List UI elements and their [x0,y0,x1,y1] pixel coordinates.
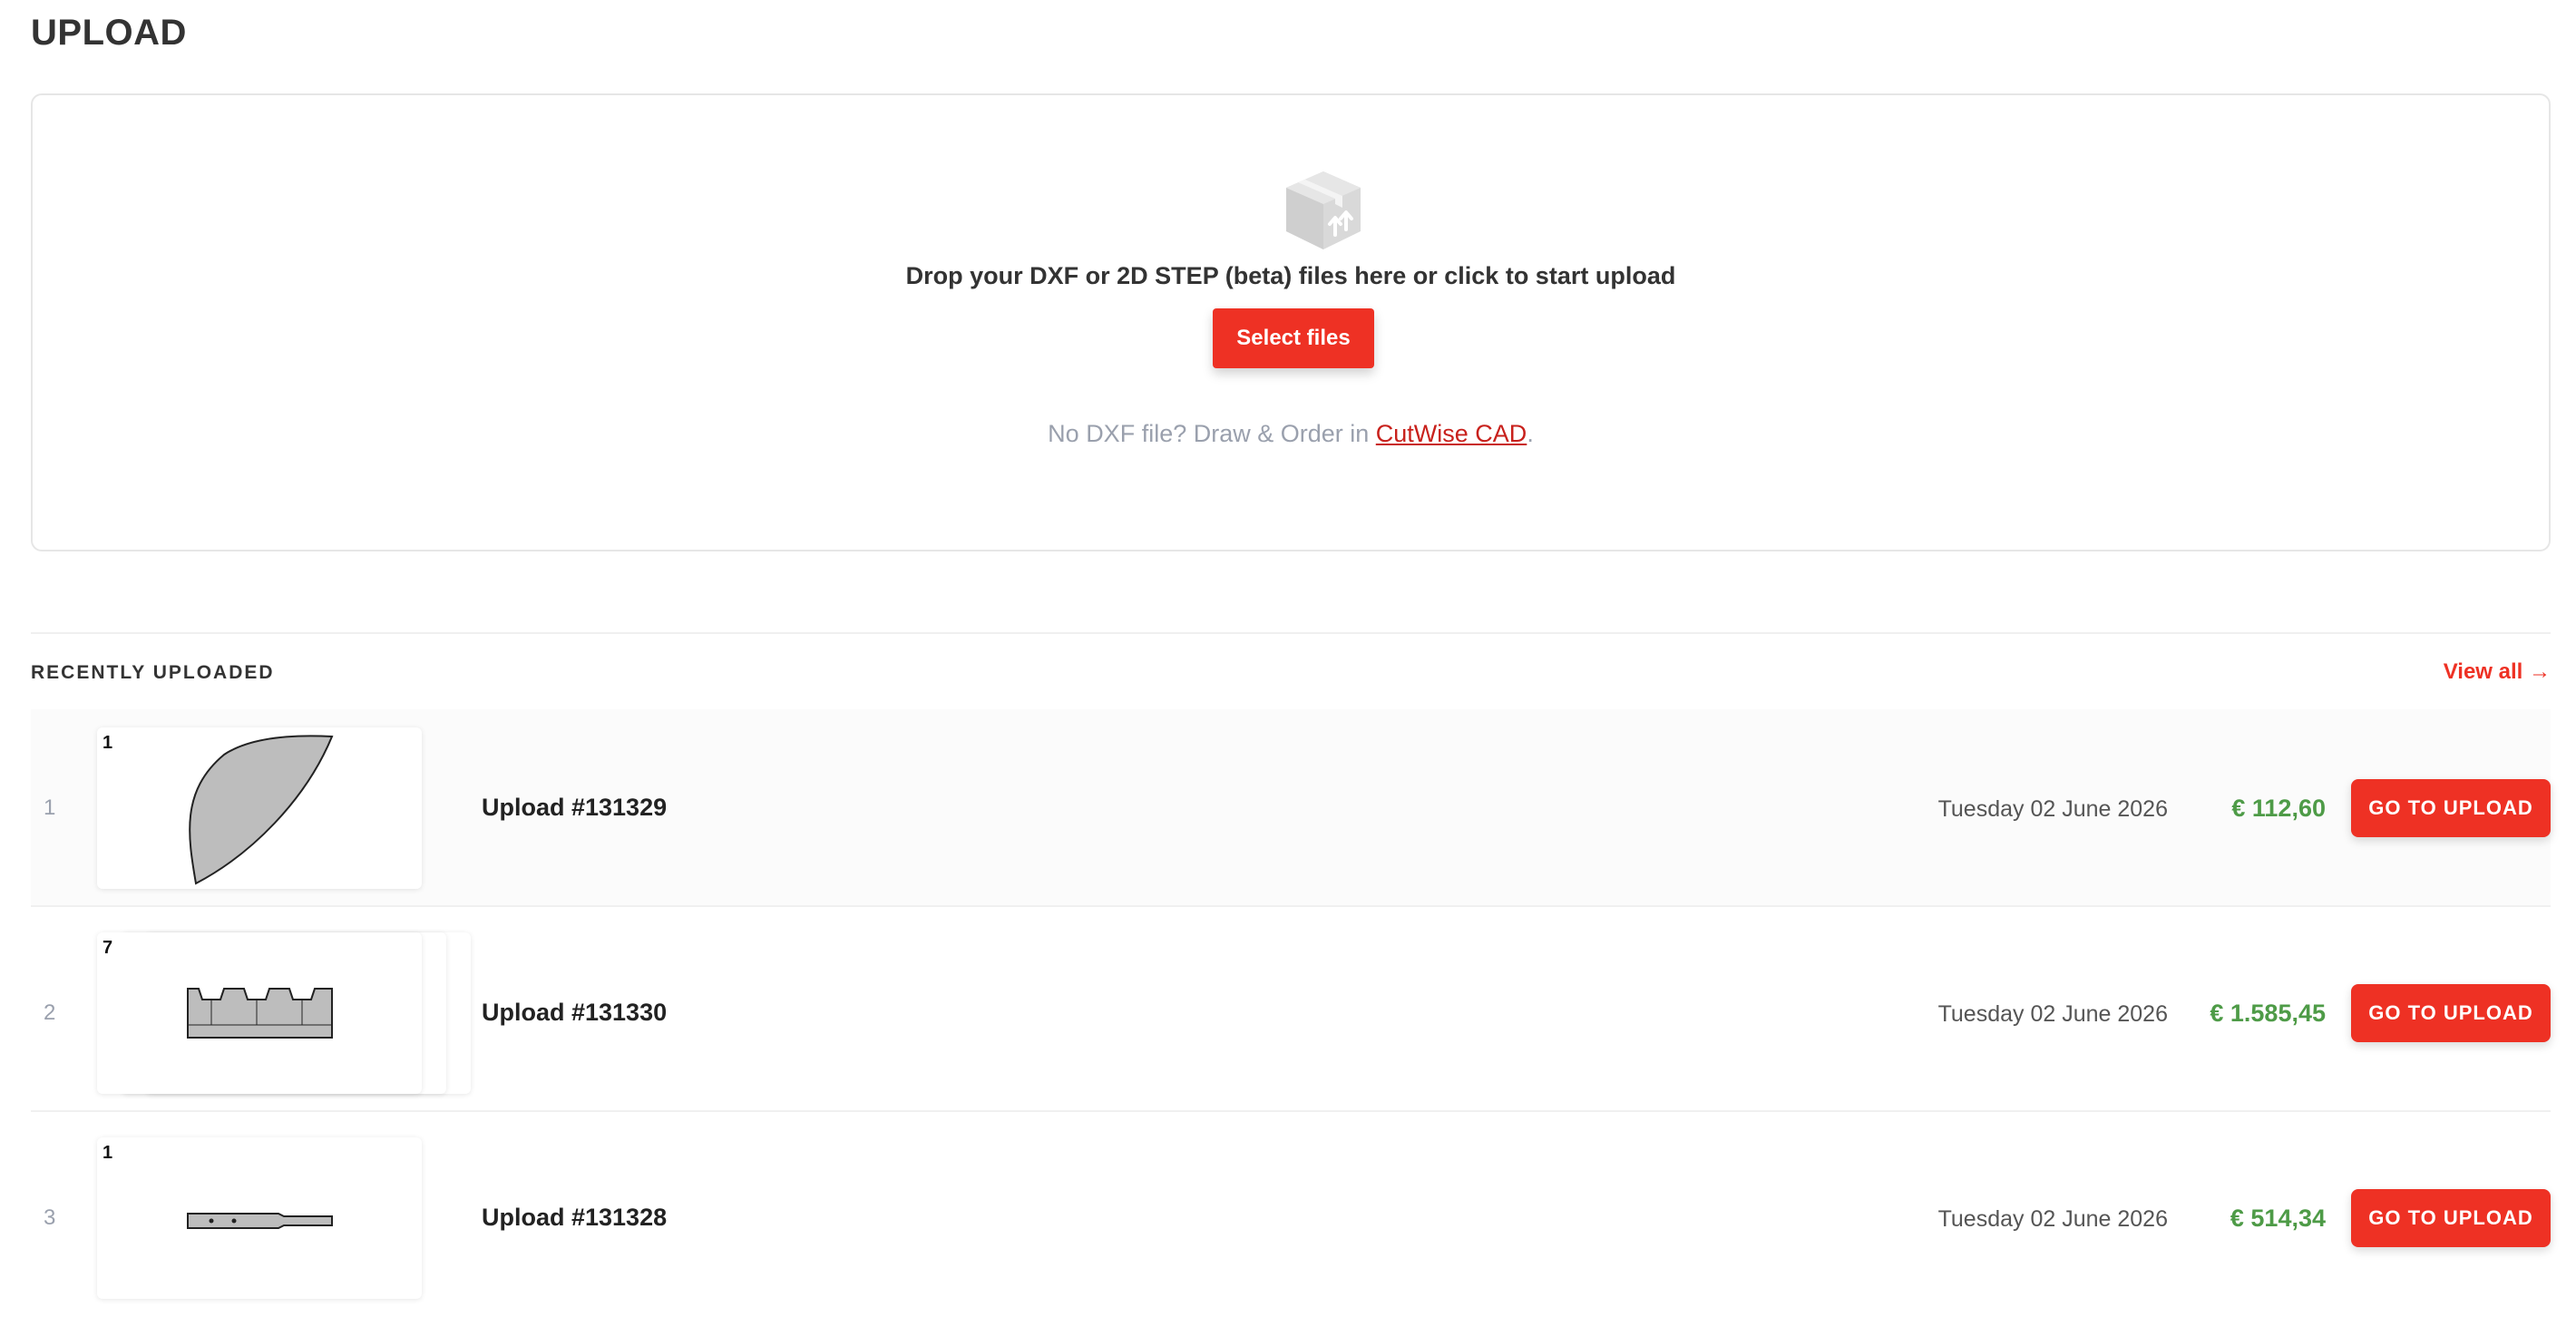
view-all-link[interactable]: View all → [2444,659,2551,685]
part-count: 1 [102,1143,113,1163]
row-index: 1 [44,795,56,820]
no-dxf-prefix: No DXF file? Draw & Order in [1048,420,1376,447]
part-count: 7 [102,938,113,958]
upload-dropzone[interactable]: Drop your DXF or 2D STEP (beta) files he… [31,93,2551,551]
upload-price: € 514,34 [2230,1205,2326,1232]
drop-instruction: Drop your DXF or 2D STEP (beta) files he… [905,262,1676,289]
part-preview-comb [187,988,333,1039]
no-dxf-text: No DXF file? Draw & Order in CutWise CAD… [33,420,2549,448]
part-preview-leaf [189,735,334,885]
upload-price: € 1.585,45 [2210,1000,2326,1027]
upload-name[interactable]: Upload #131330 [482,999,667,1027]
upload-row[interactable]: 1 1 Upload #131329 Tuesday 02 June 2026 … [31,709,2551,907]
upload-row[interactable]: 3 1 Upload #131328 Tuesday 02 June 2026 … [31,1119,2551,1317]
thumbnail-stack[interactable]: 1 [97,1137,478,1301]
part-count: 1 [102,733,113,753]
part-thumbnail[interactable]: 1 [97,1137,422,1299]
upload-date: Tuesday 02 June 2026 [1937,796,2168,822]
go-to-upload-button[interactable]: GO TO UPLOAD [2351,1189,2551,1247]
part-preview-bar [187,1213,333,1229]
upload-name[interactable]: Upload #131329 [482,794,667,822]
page-title: UPLOAD [31,13,187,53]
upload-date: Tuesday 02 June 2026 [1937,1001,2168,1027]
go-to-upload-button[interactable]: GO TO UPLOAD [2351,984,2551,1042]
upload-row[interactable]: 2 7 Upload #131330 Tuesday 02 June 2026 … [31,914,2551,1112]
part-thumbnail[interactable]: 7 [97,932,422,1094]
upload-date: Tuesday 02 June 2026 [1937,1206,2168,1232]
no-dxf-suffix: . [1527,420,1534,447]
row-index: 3 [44,1205,56,1230]
upload-name[interactable]: Upload #131328 [482,1204,667,1232]
row-index: 2 [44,1000,56,1025]
upload-price: € 112,60 [2231,795,2326,822]
thumbnail-stack[interactable]: 1 [97,727,478,891]
select-files-button[interactable]: Select files [1213,308,1374,368]
box-upload-icon [1286,171,1361,249]
recently-uploaded-title: RECENTLY UPLOADED [31,662,275,683]
go-to-upload-button[interactable]: GO TO UPLOAD [2351,779,2551,837]
cutwise-cad-link[interactable]: CutWise CAD [1376,420,1527,447]
thumbnail-stack[interactable]: 7 [97,932,478,1096]
section-divider [31,632,2551,634]
part-thumbnail[interactable]: 1 [97,727,422,889]
